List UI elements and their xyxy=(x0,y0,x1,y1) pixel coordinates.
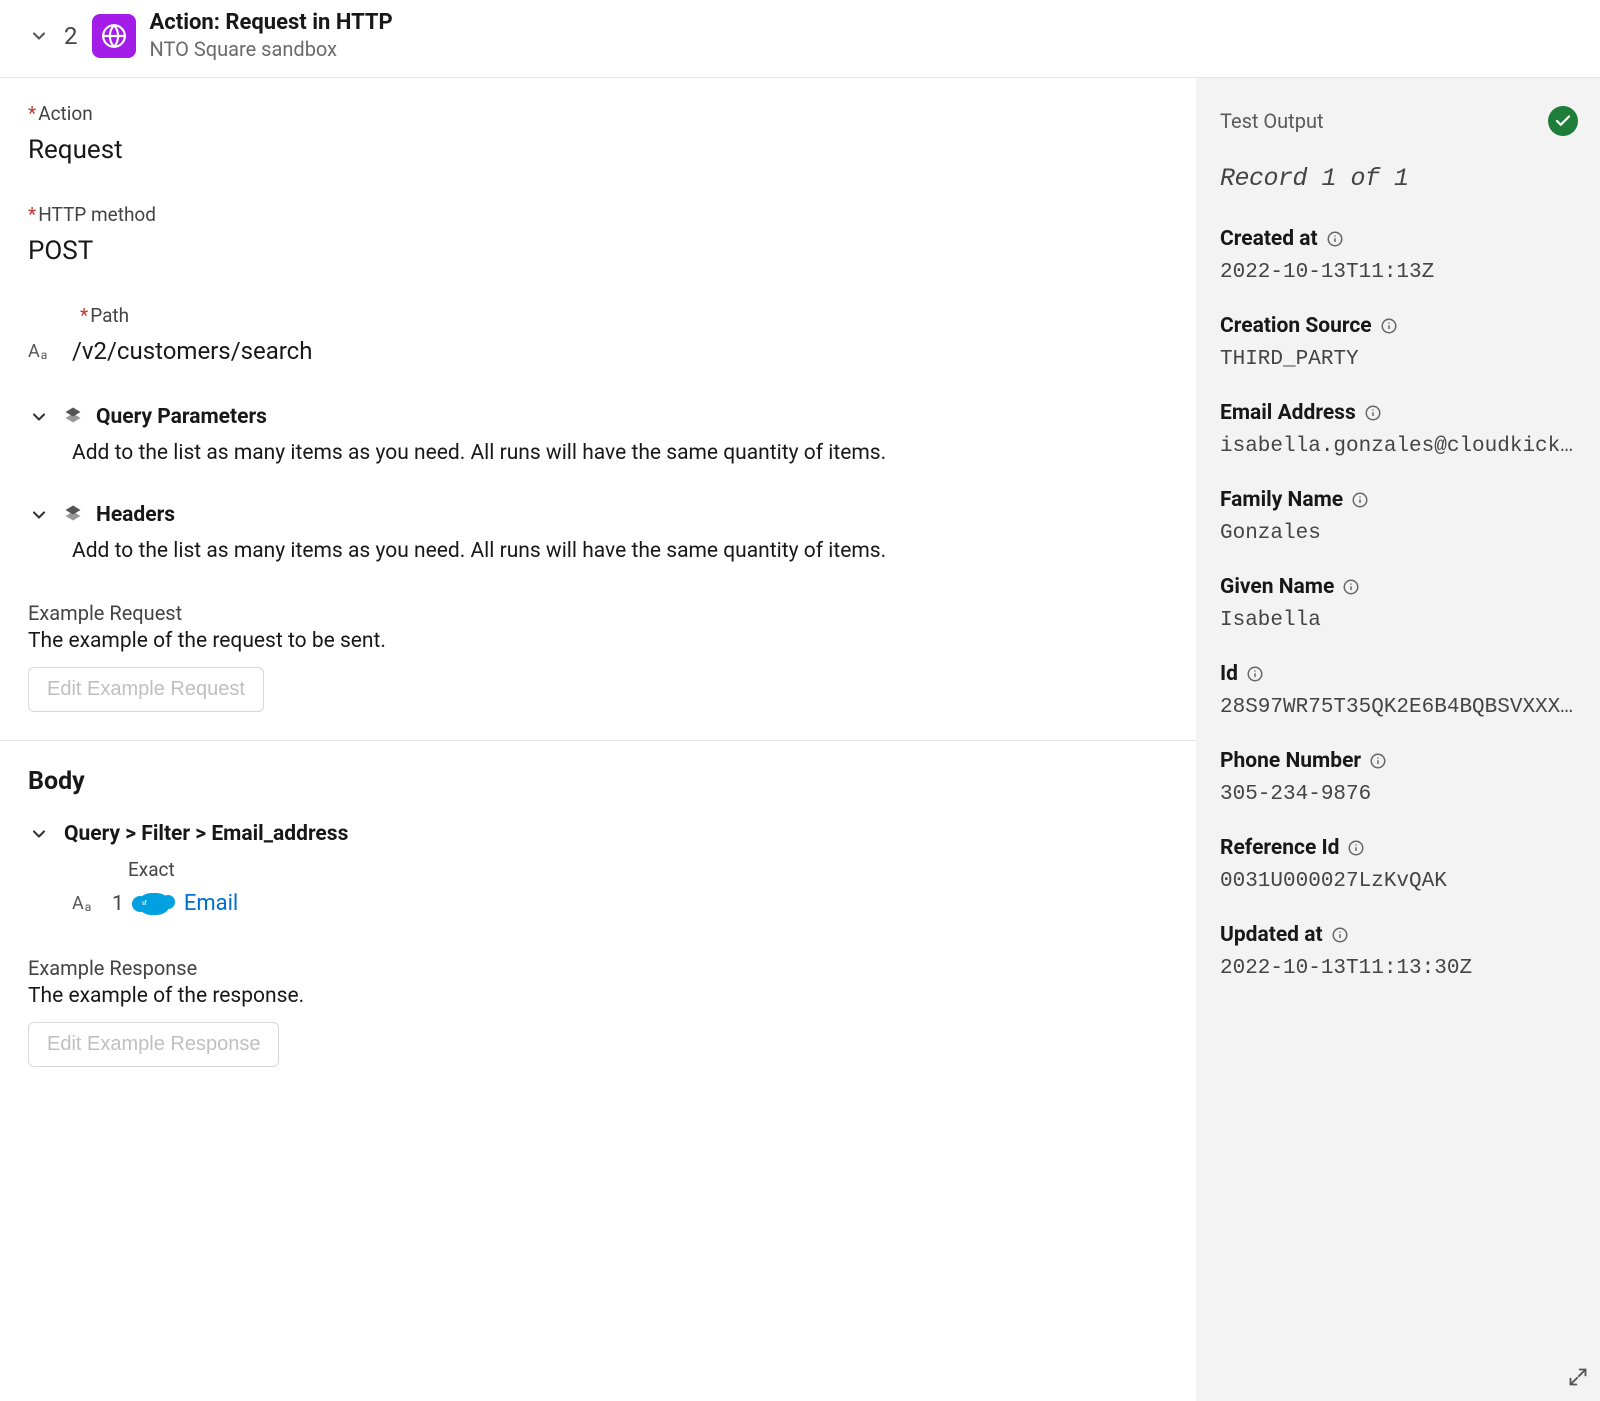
layers-icon xyxy=(64,406,82,428)
action-label: *Action xyxy=(28,102,1168,125)
chevron-down-icon xyxy=(28,504,50,526)
output-field: Phone Number 305-234-9876 xyxy=(1220,749,1578,806)
output-field-label: Creation Source xyxy=(1220,314,1398,338)
exact-label: Exact xyxy=(128,858,1168,881)
test-output-label: Test Output xyxy=(1220,109,1324,133)
output-field-value: Gonzales xyxy=(1220,522,1576,545)
output-field-value: 2022-10-13T11:13Z xyxy=(1220,261,1576,284)
item-index: 1 xyxy=(112,892,124,916)
layers-icon xyxy=(64,504,82,526)
info-icon[interactable] xyxy=(1342,578,1360,596)
output-field-value: Isabella xyxy=(1220,609,1576,632)
headers-title: Headers xyxy=(96,503,175,527)
output-field-label: Phone Number xyxy=(1220,749,1387,773)
edit-example-request-button[interactable]: Edit Example Request xyxy=(28,667,264,712)
output-field-label: Family Name xyxy=(1220,488,1369,512)
output-field-value: isabella.gonzales@cloudkicks.example xyxy=(1220,435,1576,458)
success-check-icon xyxy=(1548,106,1578,136)
path-label: *Path xyxy=(80,304,1168,327)
info-icon[interactable] xyxy=(1326,230,1344,248)
http-method-value[interactable]: POST xyxy=(28,236,1168,266)
output-field-label: Email Address xyxy=(1220,401,1382,425)
query-parameters-section[interactable]: Query Parameters xyxy=(28,405,1168,429)
output-field-value: 2022-10-13T11:13:30Z xyxy=(1220,957,1576,980)
output-field-label: Reference Id xyxy=(1220,836,1365,860)
edit-example-response-button[interactable]: Edit Example Response xyxy=(28,1022,279,1067)
info-icon[interactable] xyxy=(1380,317,1398,335)
step-title: Action: Request in HTTP xyxy=(150,10,393,35)
output-field-value: 0031U000027LzKvQAK xyxy=(1220,870,1576,893)
example-response-desc: The example of the response. xyxy=(28,984,1168,1008)
example-request-label: Example Request xyxy=(28,601,1168,625)
text-type-icon: Aa xyxy=(72,893,98,914)
chevron-down-icon xyxy=(28,823,50,845)
output-field-list: Created at 2022-10-13T11:13Z Creation Sou… xyxy=(1220,227,1578,980)
http-app-icon xyxy=(92,14,136,58)
output-field: Email Address isabella.gonzales@cloudkic… xyxy=(1220,401,1578,458)
test-output-panel: Test Output Record 1 of 1 Created at 202… xyxy=(1196,78,1600,1401)
collapse-chevron-icon[interactable] xyxy=(28,25,50,47)
output-field: Created at 2022-10-13T11:13Z xyxy=(1220,227,1578,284)
info-icon[interactable] xyxy=(1369,752,1387,770)
step-number: 2 xyxy=(64,22,78,50)
body-path-section[interactable]: Query > Filter > Email_address xyxy=(28,822,1168,846)
output-field: Given Name Isabella xyxy=(1220,575,1578,632)
output-field: Family Name Gonzales xyxy=(1220,488,1578,545)
output-field: Id 28S97WR75T35QK2E6B4BQBSVXXXXXXXX xyxy=(1220,662,1578,719)
http-method-label: *HTTP method xyxy=(28,203,1168,226)
email-field-pill[interactable]: Email xyxy=(184,891,238,916)
config-panel: *Action Request *HTTP method POST *Path … xyxy=(0,78,1196,1401)
headers-section[interactable]: Headers xyxy=(28,503,1168,527)
info-icon[interactable] xyxy=(1351,491,1369,509)
query-parameters-title: Query Parameters xyxy=(96,405,267,429)
step-header: 2 Action: Request in HTTP NTO Square san… xyxy=(0,0,1600,78)
divider xyxy=(0,740,1196,741)
output-field: Reference Id 0031U000027LzKvQAK xyxy=(1220,836,1578,893)
output-field: Updated at 2022-10-13T11:13:30Z xyxy=(1220,923,1578,980)
output-field-value: THIRD_PARTY xyxy=(1220,348,1576,371)
chevron-down-icon xyxy=(28,406,50,428)
output-field: Creation Source THIRD_PARTY xyxy=(1220,314,1578,371)
record-counter: Record 1 of 1 xyxy=(1220,164,1578,193)
body-title: Body xyxy=(28,767,1168,796)
info-icon[interactable] xyxy=(1347,839,1365,857)
info-icon[interactable] xyxy=(1364,404,1382,422)
step-subtitle: NTO Square sandbox xyxy=(150,37,393,61)
query-parameters-desc: Add to the list as many items as you nee… xyxy=(28,441,1168,465)
text-type-icon: Aa xyxy=(28,341,54,362)
output-field-label: Id xyxy=(1220,662,1264,686)
output-field-value: 305-234-9876 xyxy=(1220,783,1576,806)
headers-desc: Add to the list as many items as you nee… xyxy=(28,539,1168,563)
example-response-label: Example Response xyxy=(28,956,1168,980)
example-request-desc: The example of the request to be sent. xyxy=(28,629,1168,653)
salesforce-icon: sf xyxy=(138,893,170,915)
info-icon[interactable] xyxy=(1246,665,1264,683)
expand-panel-icon[interactable] xyxy=(1568,1367,1588,1391)
output-field-value: 28S97WR75T35QK2E6B4BQBSVXXXXXXXX xyxy=(1220,696,1576,719)
output-field-label: Given Name xyxy=(1220,575,1360,599)
info-icon[interactable] xyxy=(1331,926,1349,944)
body-breadcrumb: Query > Filter > Email_address xyxy=(64,822,348,846)
output-field-label: Created at xyxy=(1220,227,1344,251)
output-field-label: Updated at xyxy=(1220,923,1349,947)
action-value[interactable]: Request xyxy=(28,135,1168,165)
path-value[interactable]: /v2/customers/search xyxy=(72,337,312,365)
